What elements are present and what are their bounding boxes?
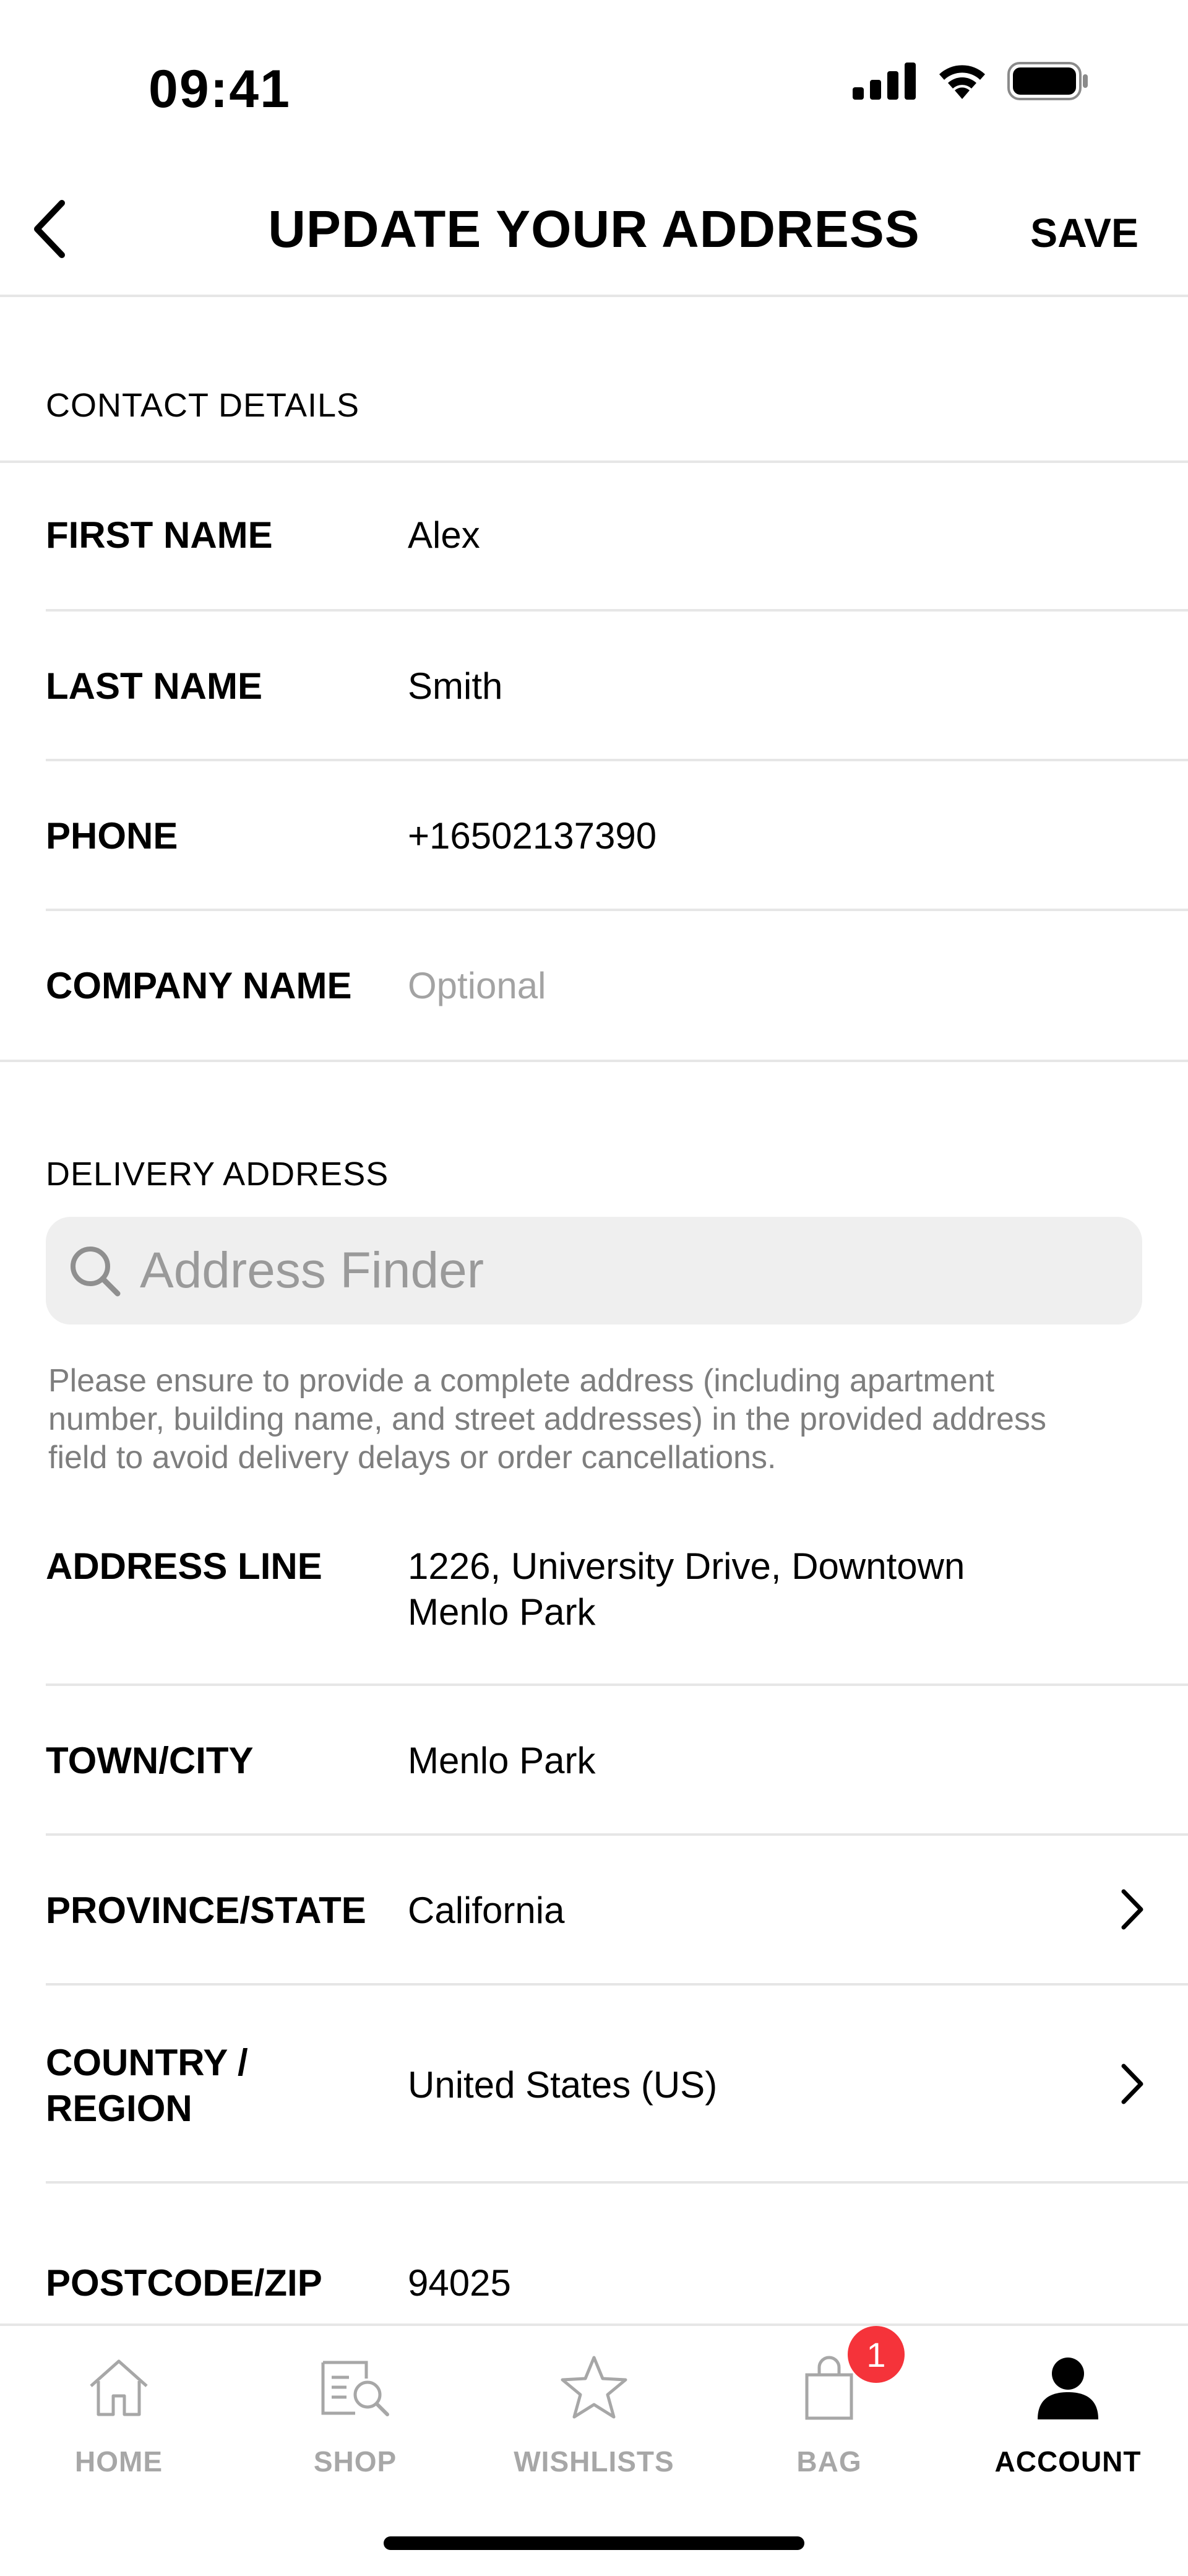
update-address-screen: 09:41 UPDATE YOUR ADDRESS SAVE CONTACT D…: [0, 0, 1188, 2576]
wifi-icon: [939, 65, 985, 99]
contact-details-heading: CONTACT DETAILS: [46, 387, 360, 424]
field-label: LAST NAME: [46, 665, 262, 707]
home-indicator: [384, 2536, 804, 2550]
field-label: COUNTRY / REGION: [46, 2042, 248, 2129]
tab-home[interactable]: HOME: [26, 2351, 212, 2499]
account-icon: [1038, 2358, 1098, 2419]
company-name-placeholder[interactable]: Optional: [408, 963, 546, 1009]
tab-label: ACCOUNT: [994, 2445, 1142, 2478]
province-state-field[interactable]: PROVINCE/STATE California: [46, 1836, 1188, 1986]
battery-icon: [1007, 62, 1088, 100]
address-finder-input[interactable]: [139, 1241, 1069, 1300]
country-region-value: United States (US): [408, 2064, 718, 2106]
field-label: ADDRESS LINE: [46, 1545, 322, 1587]
nav-header: UPDATE YOUR ADDRESS SAVE: [0, 161, 1188, 297]
town-city-value[interactable]: Menlo Park: [408, 1738, 595, 1784]
status-bar: 09:41: [0, 0, 1188, 161]
address-helper-text: Please ensure to provide a complete addr…: [48, 1363, 1046, 1476]
shop-icon: [321, 2361, 389, 2416]
home-icon: [90, 2359, 148, 2416]
field-label: FIRST NAME: [46, 514, 273, 556]
postcode-zip-field[interactable]: POSTCODE/ZIP 94025: [46, 2184, 1188, 2326]
postcode-zip-value[interactable]: 94025: [408, 2260, 511, 2306]
company-name-field[interactable]: COMPANY NAME Optional: [0, 911, 1188, 1062]
tab-label: SHOP: [313, 2445, 397, 2478]
field-label: TOWN/CITY: [46, 1740, 254, 1781]
last-name-field[interactable]: LAST NAME Smith: [46, 612, 1188, 761]
delivery-address-heading: DELIVERY ADDRESS: [46, 1156, 389, 1193]
town-city-field[interactable]: TOWN/CITY Menlo Park: [46, 1686, 1188, 1836]
field-label: POSTCODE/ZIP: [46, 2262, 322, 2304]
status-time: 09:41: [148, 59, 291, 119]
save-button[interactable]: SAVE: [1030, 209, 1138, 256]
tab-wishlists[interactable]: WISHLISTS: [501, 2351, 687, 2499]
tab-bag[interactable]: 1 BAG: [736, 2326, 922, 2499]
star-icon: [561, 2356, 627, 2419]
status-icons: [853, 62, 1089, 100]
tab-label: BAG: [796, 2445, 862, 2478]
phone-value[interactable]: +16502137390: [408, 813, 656, 859]
search-icon: [71, 1247, 121, 1297]
tab-label: HOME: [75, 2445, 163, 2478]
tab-account[interactable]: ACCOUNT: [975, 2351, 1161, 2499]
page-title: UPDATE YOUR ADDRESS: [268, 200, 920, 258]
field-label: PHONE: [46, 815, 178, 857]
tab-shop[interactable]: SHOP: [262, 2351, 448, 2499]
country-region-field[interactable]: COUNTRY / REGION United States (US): [46, 1986, 1188, 2184]
chevron-right-icon: [1121, 1889, 1143, 1930]
last-name-value[interactable]: Smith: [408, 663, 502, 709]
first-name-field[interactable]: FIRST NAME Alex: [46, 463, 1188, 612]
address-line-field[interactable]: ADDRESS LINE 1226, University Drive, Dow…: [46, 1523, 1188, 1686]
bag-count-badge: 1: [848, 2326, 905, 2383]
province-state-value: California: [408, 1890, 565, 1931]
chevron-right-icon: [1121, 2064, 1143, 2104]
address-line-value[interactable]: 1226, University Drive, Downtown Menlo P…: [408, 1544, 965, 1635]
cellular-signal-icon: [853, 63, 916, 100]
field-label: COMPANY NAME: [46, 965, 352, 1006]
field-label: PROVINCE/STATE: [46, 1890, 366, 1931]
tab-label: WISHLISTS: [514, 2445, 674, 2478]
phone-field[interactable]: PHONE +16502137390: [46, 761, 1188, 911]
first-name-value[interactable]: Alex: [408, 512, 480, 558]
address-finder[interactable]: [46, 1217, 1142, 1325]
